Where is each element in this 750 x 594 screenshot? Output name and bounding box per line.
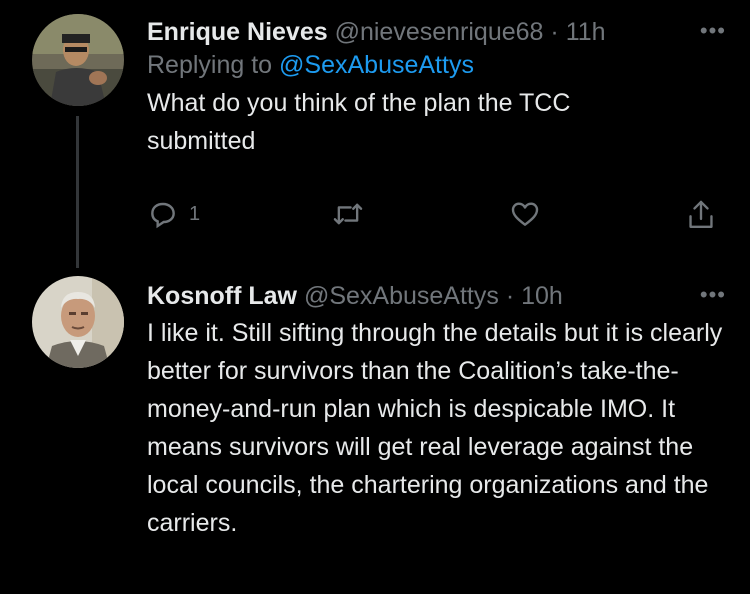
more-options-button[interactable]: ••• (700, 16, 726, 46)
more-options-button[interactable]: ••• (700, 280, 726, 310)
thread-connector-line (76, 116, 79, 268)
reply-count: 1 (189, 202, 201, 225)
like-button[interactable] (509, 198, 541, 230)
reply-button[interactable]: 1 (147, 198, 200, 230)
tweet-text: I like it. Still sifting through the det… (147, 319, 723, 537)
retweet-button[interactable] (331, 198, 365, 230)
tweet-header: Enrique Nieves @nievesenrique68 · 11h (147, 16, 726, 48)
avatar-kosnoff-law[interactable] (32, 276, 124, 368)
tweet-content: Kosnoff Law @SexAbuseAttys · 10h ••• I l… (147, 280, 726, 542)
replying-to-prefix: Replying to (147, 51, 273, 79)
user-handle[interactable]: @nievesenrique68 (335, 18, 544, 46)
share-icon (685, 198, 717, 232)
tweet-content: Enrique Nieves @nievesenrique68 · 11h ••… (147, 16, 726, 160)
separator-dot: · (550, 18, 559, 46)
display-name[interactable]: Kosnoff Law (147, 282, 297, 310)
retweet-icon (331, 198, 365, 230)
avatar-enrique-nieves[interactable] (32, 14, 124, 106)
display-name[interactable]: Enrique Nieves (147, 18, 328, 46)
replying-to-line: Replying to @SexAbuseAttys (147, 48, 726, 82)
user-handle[interactable]: @SexAbuseAttys (304, 282, 499, 310)
share-button[interactable] (685, 198, 717, 232)
separator-dot: · (505, 282, 515, 310)
reply-icon (147, 198, 179, 230)
like-icon (509, 198, 541, 230)
timestamp[interactable]: 10h (521, 282, 563, 310)
tweet-action-bar: 1 (147, 198, 719, 238)
timestamp[interactable]: 11h (566, 18, 606, 46)
replying-to-handle-link[interactable]: @SexAbuseAttys (279, 51, 474, 79)
tweet-header: Kosnoff Law @SexAbuseAttys · 10h (147, 280, 726, 312)
tweet-text: What do you think of the plan the TCC su… (147, 89, 571, 155)
